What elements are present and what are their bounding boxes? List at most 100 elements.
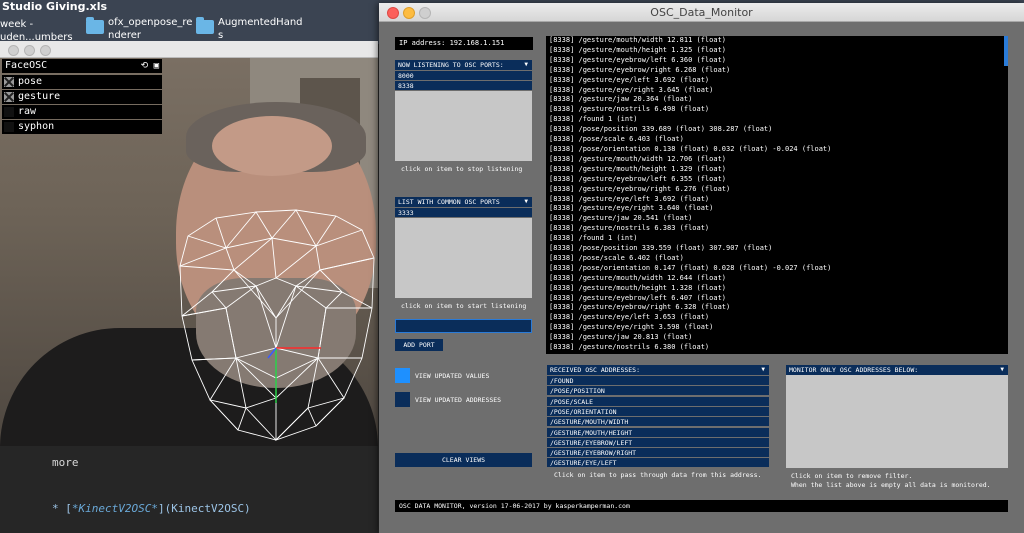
log-line: [8338] /pose/position 339.559 (float) 30… (549, 244, 773, 253)
log-line: [8338] /gesture/eye/left 3.692 (float) (549, 194, 710, 203)
port-input[interactable] (395, 319, 532, 333)
window-title: OSC_Data_Monitor (650, 6, 753, 19)
log-line: [8338] /found 1 (int) (549, 234, 638, 243)
editor-text-more: more (52, 456, 79, 469)
view-values-label: VIEW UPDATED VALUES (415, 372, 490, 380)
received-address-item[interactable]: /POSE/ORIENTATION (547, 405, 769, 416)
checkbox-icon[interactable] (4, 107, 14, 117)
log-line: [8338] /gesture/jaw 20.813 (float) (549, 333, 693, 342)
received-address-item[interactable]: /GESTURE/EYEBROW/LEFT (547, 436, 769, 447)
chevron-down-icon[interactable]: ▼ (524, 197, 528, 207)
toggle-pose[interactable]: pose (2, 75, 162, 89)
folder-icon (86, 17, 104, 34)
received-address-item[interactable]: /FOUND (547, 375, 769, 385)
received-address-item[interactable]: /POSE/SCALE (547, 395, 769, 406)
log-lines: [8338] /gesture/mouth/width 12.811 (floa… (546, 36, 1008, 353)
log-line: [8338] /gesture/mouth/height 1.328 (floa… (549, 283, 727, 292)
toggle-label: raw (18, 106, 37, 117)
close-button[interactable] (8, 45, 19, 56)
received-hint: Click on item to pass through data from … (554, 471, 762, 479)
editor-markdown-link: * [*KinectV2OSC*](KinectV2OSC) (52, 502, 251, 515)
log-line: [8338] /gesture/jaw 20.541 (float) (549, 214, 693, 223)
listening-ports-list[interactable] (395, 91, 532, 161)
faceosc-window: FaceOSC ⟲ ▣ pose gesture raw syphon (0, 41, 378, 446)
faceosc-gui-title: FaceOSC ⟲ ▣ (2, 59, 162, 73)
log-line: [8338] /gesture/mouth/width 12.811 (floa… (549, 36, 727, 44)
view-addresses-label: VIEW UPDATED ADDRESSES (415, 396, 502, 404)
toggle-label: gesture (18, 91, 61, 102)
view-addresses-toggle[interactable] (395, 392, 410, 407)
log-line: [8338] /gesture/mouth/width 12.706 (floa… (549, 154, 727, 163)
log-line: [8338] /pose/scale 6.403 (float) (549, 135, 684, 144)
monitor-only-hint-1: Click on item to remove filter. (791, 472, 913, 480)
log-line: [8338] /gesture/nostrils 6.498 (float) (549, 105, 710, 114)
clear-views-button[interactable]: CLEAR VIEWS (395, 453, 532, 467)
received-addresses-header[interactable]: RECEIVED OSC ADDRESSES: ▼ (547, 365, 769, 375)
received-address-item[interactable]: /GESTURE/MOUTH/HEIGHT (547, 426, 769, 437)
received-address-item[interactable]: /GESTURE/EYE/LEFT (547, 457, 769, 468)
toggle-label: syphon (18, 121, 55, 132)
osc-log-panel[interactable]: [8338] /gesture/mouth/width 12.811 (floa… (546, 36, 1008, 354)
osc-monitor-window: OSC_Data_Monitor IP address: 192.168.1.1… (379, 3, 1024, 533)
log-line: [8338] /gesture/eyebrow/right 6.268 (flo… (549, 65, 731, 74)
desktop-file-studio-giving[interactable]: Studio Giving.xls (2, 0, 107, 13)
common-port-item[interactable]: 3333 (395, 207, 532, 217)
log-line: [8338] /gesture/eyebrow/left 6.355 (floa… (549, 174, 727, 183)
view-values-toggle[interactable] (395, 368, 410, 383)
gui-panel-icons[interactable]: ⟲ ▣ (141, 59, 159, 73)
common-ports-list[interactable] (395, 218, 532, 298)
desktop-folder-augmentedhands[interactable]: AugmentedHand s (218, 16, 303, 42)
face-mesh-overlay (179, 209, 375, 442)
checkbox-icon[interactable] (4, 122, 14, 132)
monitor-only-header[interactable]: MONITOR ONLY OSC ADDRESSES BELOW: ▼ (786, 365, 1008, 375)
zoom-button[interactable] (40, 45, 51, 56)
log-line: [8338] /gesture/eyebrow/right 6.328 (flo… (549, 303, 731, 312)
received-address-item[interactable]: /POSE/POSITION (547, 385, 769, 396)
faceosc-titlebar[interactable] (0, 41, 378, 58)
log-line: [8338] /pose/orientation 0.138 (float) 0… (549, 144, 832, 153)
log-line: [8338] /gesture/eye/right 3.640 (float) (549, 204, 714, 213)
log-line: [8338] /gesture/nostrils 6.383 (float) (549, 224, 710, 233)
chevron-down-icon[interactable]: ▼ (761, 365, 765, 375)
log-line: [8338] /gesture/mouth/width 12.644 (floa… (549, 273, 727, 282)
common-hint: click on item to start listening (401, 302, 527, 310)
toggle-label: pose (18, 76, 43, 87)
log-line: [8338] /gesture/mouth/height 1.325 (floa… (549, 45, 727, 54)
chevron-down-icon[interactable]: ▼ (524, 60, 528, 70)
osc-titlebar[interactable]: OSC_Data_Monitor (379, 3, 1024, 22)
toggle-syphon[interactable]: syphon (2, 120, 162, 134)
log-line: [8338] /pose/orientation 0.147 (float) 0… (549, 263, 832, 272)
log-line: [8338] /pose/scale 6.402 (float) (549, 253, 684, 262)
log-line: [8338] /gesture/eye/left 3.692 (float) (549, 75, 710, 84)
log-line: [8338] /gesture/eyebrow/left 6.407 (floa… (549, 293, 727, 302)
log-line: [8338] /gesture/eye/right 3.645 (float) (549, 85, 714, 94)
add-port-button[interactable]: ADD PORT (395, 339, 443, 351)
desktop-folder-openpose[interactable]: ofx_openpose_re nderer (108, 16, 192, 42)
listening-port-item[interactable]: 8338 (395, 80, 532, 90)
status-footer: OSC DATA MONITOR, version 17-06-2017 by … (395, 500, 1008, 512)
checkbox-icon[interactable] (4, 77, 14, 87)
common-ports-header[interactable]: LIST WITH COMMON OSC PORTS ▼ (395, 197, 532, 207)
folder-icon (196, 17, 214, 34)
ip-address-label: IP address: 192.168.1.151 (395, 37, 533, 50)
toggle-gesture[interactable]: gesture (2, 90, 162, 104)
log-line: [8338] /pose/position 339.689 (float) 30… (549, 125, 773, 134)
code-editor: more * [*KinectV2OSC*](KinectV2OSC) (0, 446, 378, 533)
listening-ports-header[interactable]: NOW LISTENING TO OSC PORTS: ▼ (395, 60, 532, 70)
log-line: [8338] /gesture/nostrils 6.380 (float) (549, 343, 710, 352)
toggle-raw[interactable]: raw (2, 105, 162, 119)
minimize-button[interactable] (24, 45, 35, 56)
person-scalp (212, 116, 332, 176)
monitor-only-list[interactable] (786, 375, 1008, 468)
log-line: [8338] /gesture/eyebrow/left 6.360 (floa… (549, 55, 727, 64)
log-line: [8338] /gesture/eyebrow/right 6.276 (flo… (549, 184, 731, 193)
log-line: [8338] /gesture/jaw 20.364 (float) (549, 95, 693, 104)
log-line: [8338] /gesture/eye/left 3.653 (float) (549, 313, 710, 322)
listening-port-item[interactable]: 8000 (395, 70, 532, 80)
log-line: [8338] /found 1 (int) (549, 115, 638, 124)
received-address-item[interactable]: /GESTURE/MOUTH/WIDTH (547, 416, 769, 427)
log-scrollbar[interactable] (1004, 36, 1008, 66)
chevron-down-icon[interactable]: ▼ (1000, 365, 1004, 375)
checkbox-icon[interactable] (4, 92, 14, 102)
received-address-item[interactable]: /GESTURE/EYEBROW/RIGHT (547, 447, 769, 458)
